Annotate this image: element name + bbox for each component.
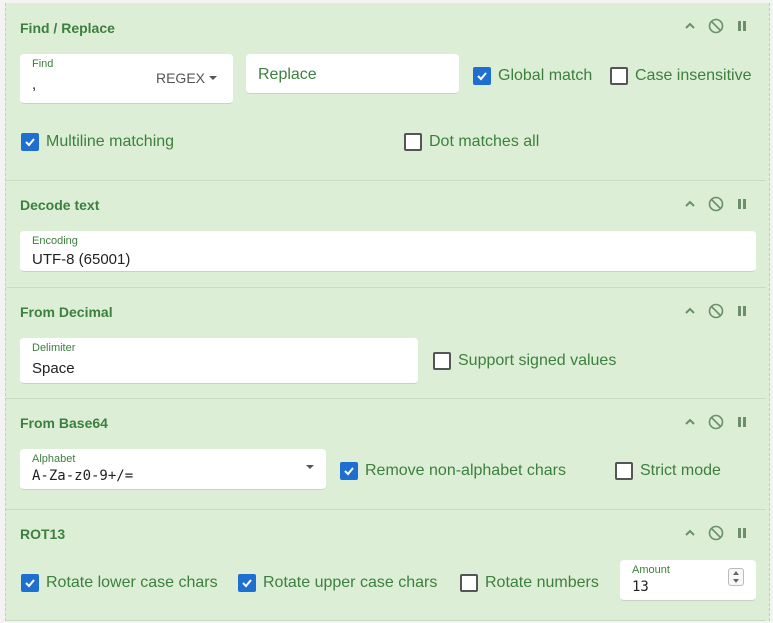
support-signed-label: Support signed values [458,352,617,369]
pause-icon[interactable] [736,527,748,539]
chevron-up-icon[interactable] [684,527,696,539]
delimiter-value: Space [32,360,75,377]
dot-matches-all-checkbox[interactable]: Dot matches all [404,133,539,151]
strict-mode-label: Strict mode [640,462,721,479]
encoding-select[interactable]: Encoding UTF-8 (65001) [20,231,756,272]
rotate-lower-label: Rotate lower case chars [46,574,218,591]
operation-from-base64: From Base64 Alphabet A-Za-z0-9+/= Remove… [6,399,766,510]
amount-input[interactable]: Amount 13 [620,560,756,601]
alphabet-select[interactable]: Alphabet A-Za-z0-9+/= [20,449,326,490]
operation-rot13: ROT13 Rotate lower case chars Rotate upp… [6,510,766,621]
find-value: , [32,76,37,93]
disable-icon[interactable] [708,303,724,319]
operation-title: From Base64 [20,415,108,431]
disable-icon[interactable] [708,18,724,34]
replace-input[interactable]: Replace [246,54,459,94]
replace-placeholder: Replace [258,66,317,83]
checkmark-icon [21,574,39,592]
case-insensitive-label: Case insensitive [635,67,752,84]
case-insensitive-checkbox[interactable]: Case insensitive [610,67,752,85]
checkbox-unchecked [610,67,628,85]
chevron-up-icon[interactable] [684,416,696,428]
disable-icon[interactable] [708,525,724,541]
delimiter-label: Delimiter [32,342,76,354]
remove-non-alphabet-label: Remove non-alphabet chars [365,462,567,479]
pause-icon[interactable] [736,198,748,210]
checkmark-icon [340,462,358,480]
operation-title: Decode text [20,197,100,213]
dropdown-caret-icon [306,465,314,469]
rotate-upper-checkbox[interactable]: Rotate upper case chars [238,574,437,592]
pause-icon[interactable] [736,305,748,317]
operation-find-replace: Find / Replace Find , REGEX Replace Glob… [6,3,766,181]
operation-title: Find / Replace [20,20,115,36]
amount-value: 13 [632,579,649,595]
chevron-up-icon[interactable] [684,305,696,317]
encoding-value: UTF-8 (65001) [32,251,131,268]
decrement-arrow[interactable] [733,579,739,583]
checkmark-icon [238,574,256,592]
chevron-up-icon[interactable] [684,198,696,210]
increment-arrow[interactable] [733,571,739,575]
delimiter-select[interactable]: Delimiter Space [20,338,418,384]
checkbox-unchecked [460,574,478,592]
checkmark-icon [21,133,39,151]
multiline-label: Multiline matching [46,133,175,150]
multiline-checkbox[interactable]: Multiline matching [21,133,174,151]
strict-mode-checkbox[interactable]: Strict mode [615,462,721,480]
dropdown-caret-icon [209,76,217,80]
checkbox-unchecked [433,352,451,370]
amount-label: Amount [632,564,670,576]
alphabet-value: A-Za-z0-9+/= [32,468,134,484]
remove-non-alphabet-checkbox[interactable]: Remove non-alphabet chars [340,462,566,480]
spinner-icon[interactable] [728,568,744,586]
find-mode-dropdown[interactable]: REGEX [156,70,217,86]
operation-decode-text: Decode text Encoding UTF-8 (65001) [6,181,766,288]
rotate-lower-checkbox[interactable]: Rotate lower case chars [21,574,218,592]
rotate-numbers-checkbox[interactable]: Rotate numbers [460,574,599,592]
support-signed-checkbox[interactable]: Support signed values [433,352,616,370]
checkbox-unchecked [404,133,422,151]
operation-title: ROT13 [20,526,66,542]
find-mode-label: REGEX [155,70,205,86]
dot-matches-all-label: Dot matches all [429,133,540,150]
operation-title: From Decimal [20,304,113,320]
rotate-numbers-label: Rotate numbers [485,574,599,591]
global-match-label: Global match [498,67,593,84]
pause-icon[interactable] [736,416,748,428]
disable-icon[interactable] [708,414,724,430]
checkmark-icon [473,67,491,85]
encoding-label: Encoding [32,235,78,247]
checkbox-unchecked [615,462,633,480]
find-label: Find [32,58,54,70]
rotate-upper-label: Rotate upper case chars [263,574,438,591]
disable-icon[interactable] [708,196,724,212]
operation-from-decimal: From Decimal Delimiter Space Support sig… [6,288,766,399]
find-field[interactable]: Find , REGEX [20,54,233,104]
global-match-checkbox[interactable]: Global match [473,67,592,85]
chevron-up-icon[interactable] [684,20,696,32]
pause-icon[interactable] [736,20,748,32]
alphabet-label: Alphabet [32,453,76,465]
